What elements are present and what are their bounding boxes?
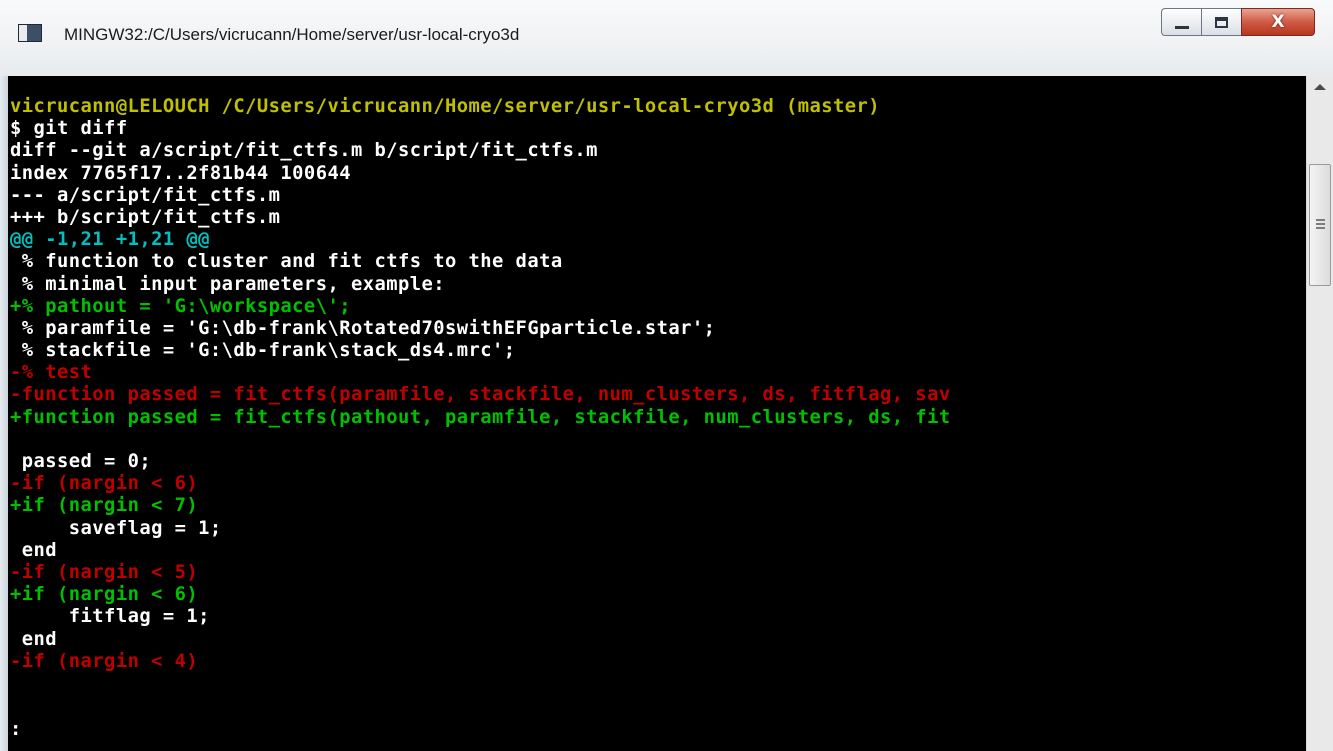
terminal-window: MINGW32:/C/Users/vicrucann/Home/server/u… bbox=[0, 0, 1333, 751]
terminal-text-segment: index 7765f17..2f81b44 100644 bbox=[10, 162, 351, 184]
terminal-text-segment: -if (nargin < 5) bbox=[10, 561, 199, 583]
vertical-scrollbar[interactable] bbox=[1306, 76, 1333, 751]
terminal-text-segment: @@ -1,21 +1,21 @@ bbox=[10, 229, 210, 251]
minimize-button[interactable] bbox=[1161, 8, 1201, 36]
grip-icon bbox=[1316, 219, 1325, 229]
terminal-text-segment: passed = 0; bbox=[10, 451, 152, 472]
caption-buttons: X bbox=[1161, 8, 1315, 38]
terminal-text-segment: fit_ctfs(paramfile, stackfile, num_clust… bbox=[233, 384, 951, 406]
terminal-line: +% pathout = 'G:\workspace\'; bbox=[10, 296, 951, 318]
close-icon: X bbox=[1271, 11, 1285, 32]
terminal-line: +function passed = fit_ctfs(pathout, par… bbox=[10, 407, 951, 429]
terminal-text-segment: fit_ctfs(pathout, paramfile, stackfile, … bbox=[233, 406, 951, 428]
terminal-output[interactable]: vicrucann@LELOUCH /C/Users/vicrucann/Hom… bbox=[8, 76, 1306, 751]
terminal-lines: vicrucann@LELOUCH /C/Users/vicrucann/Hom… bbox=[10, 96, 951, 673]
close-button[interactable]: X bbox=[1241, 8, 1315, 36]
terminal-app-icon[interactable] bbox=[18, 24, 42, 42]
terminal-line: -% test bbox=[10, 362, 951, 384]
terminal-text-segment: +function passed = bbox=[10, 406, 234, 428]
maximize-button[interactable] bbox=[1201, 8, 1241, 36]
terminal-line: -if (nargin < 6) bbox=[10, 473, 951, 495]
terminal-line: +if (nargin < 6) bbox=[10, 584, 951, 606]
terminal-text-segment: diff --git a/script/fit_ctfs.m b/script/… bbox=[10, 140, 598, 162]
terminal-line: index 7765f17..2f81b44 100644 bbox=[10, 163, 951, 185]
terminal-text-segment: % paramfile = 'G:\db-frank\Rotated70swit… bbox=[10, 317, 716, 339]
terminal-text-segment: +% pathout = 'G:\workspace\'; bbox=[10, 295, 351, 317]
pager-prompt[interactable]: : bbox=[10, 719, 21, 741]
terminal-line: % function to cluster and fit ctfs to th… bbox=[10, 251, 951, 273]
scroll-up-arrow-icon[interactable] bbox=[1314, 84, 1326, 90]
terminal-text-segment: $ git diff bbox=[10, 118, 128, 140]
terminal-text-segment: fitflag = 1; bbox=[10, 606, 210, 628]
title-bar[interactable]: MINGW32:/C/Users/vicrucann/Home/server/u… bbox=[0, 0, 1333, 77]
terminal-text-segment: saveflag = 1; bbox=[10, 517, 222, 539]
terminal-text-segment: % minimal input parameters, example: bbox=[10, 273, 446, 295]
terminal-text-segment: -function passed = bbox=[10, 384, 234, 406]
terminal-line: end bbox=[10, 540, 951, 562]
window-frame-left bbox=[0, 76, 8, 751]
terminal-line: fitflag = 1; bbox=[10, 606, 951, 628]
terminal-line: % paramfile = 'G:\db-frank\Rotated70swit… bbox=[10, 318, 951, 340]
terminal-text-segment: +if (nargin < 7) bbox=[10, 495, 199, 517]
terminal-line: vicrucann@LELOUCH /C/Users/vicrucann/Hom… bbox=[10, 96, 951, 118]
terminal-text-segment: % function to cluster and fit ctfs to th… bbox=[10, 251, 563, 273]
terminal-text-segment: -if (nargin < 4) bbox=[10, 650, 199, 672]
terminal-text-segment: vicrucann@LELOUCH /C/Users/vicrucann/Hom… bbox=[10, 96, 881, 117]
terminal-text-segment: % stackfile = 'G:\db-frank\stack_ds4.mrc… bbox=[10, 340, 516, 362]
terminal-line: diff --git a/script/fit_ctfs.m b/script/… bbox=[10, 140, 951, 162]
terminal-text-segment: end bbox=[10, 539, 58, 561]
terminal-line: -function passed = fit_ctfs(paramfile, s… bbox=[10, 384, 951, 406]
terminal-line: % minimal input parameters, example: bbox=[10, 274, 951, 296]
terminal-line: -if (nargin < 4) bbox=[10, 651, 951, 673]
terminal-line: end bbox=[10, 629, 951, 651]
terminal-text-segment: +++ b/script/fit_ctfs.m bbox=[10, 206, 281, 228]
terminal-text-segment: +if (nargin < 6) bbox=[10, 584, 199, 606]
terminal-line: @@ -1,21 +1,21 @@ bbox=[10, 229, 951, 251]
terminal-line: +++ b/script/fit_ctfs.m bbox=[10, 207, 951, 229]
terminal-line: passed = 0; bbox=[10, 451, 951, 473]
minimize-icon bbox=[1174, 25, 1189, 29]
maximize-icon bbox=[1215, 16, 1228, 28]
terminal-text-segment: --- a/script/fit_ctfs.m bbox=[10, 184, 281, 206]
terminal-text-segment: -if (nargin < 6) bbox=[10, 473, 199, 495]
terminal-line: $ git diff bbox=[10, 118, 951, 140]
terminal-line: +if (nargin < 7) bbox=[10, 495, 951, 517]
terminal-text-segment: -% test bbox=[10, 362, 93, 384]
terminal-text-segment: end bbox=[10, 628, 58, 650]
window-title: MINGW32:/C/Users/vicrucann/Home/server/u… bbox=[64, 25, 520, 44]
terminal-line: --- a/script/fit_ctfs.m bbox=[10, 185, 951, 207]
terminal-line: saveflag = 1; bbox=[10, 518, 951, 540]
terminal-line: % stackfile = 'G:\db-frank\stack_ds4.mrc… bbox=[10, 340, 951, 362]
terminal-line: -if (nargin < 5) bbox=[10, 562, 951, 584]
scroll-thumb[interactable] bbox=[1309, 164, 1331, 286]
